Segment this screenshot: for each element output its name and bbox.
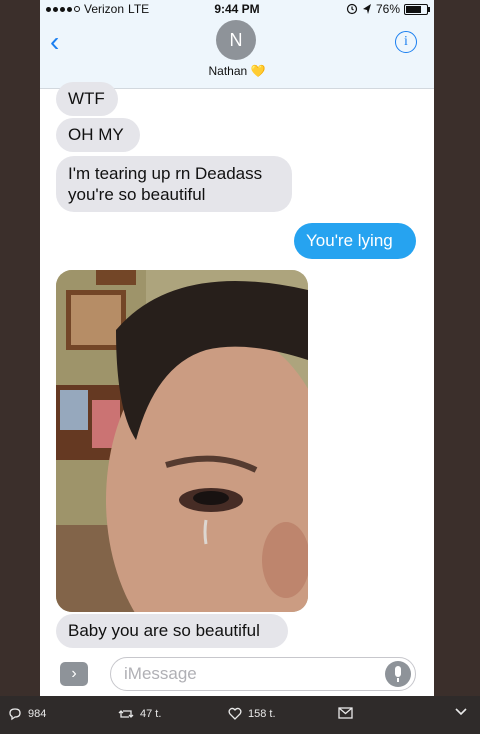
battery-percent: 76% <box>375 2 400 16</box>
microphone-icon[interactable] <box>385 661 411 687</box>
like-button[interactable]: 158 t. <box>228 707 276 720</box>
tweet-action-bar: 984 47 t. 158 t. <box>0 696 480 734</box>
reply-icon <box>9 708 21 721</box>
message-bubble-received: OH MY <box>56 118 140 152</box>
message-text: WTF <box>68 89 105 108</box>
reply-button[interactable]: 984 <box>8 707 46 721</box>
compose-bar: › iMessage <box>40 652 434 696</box>
conversation-header: ‹ N Nathan 💛 i <box>40 18 434 89</box>
reply-count: 984 <box>28 708 47 720</box>
message-text: Baby you are so beautiful <box>68 621 260 640</box>
imessage-placeholder: iMessage <box>124 664 197 683</box>
message-bubble-sent: You're lying <box>294 223 416 259</box>
message-button[interactable] <box>338 707 353 719</box>
alarm-icon <box>346 3 358 15</box>
contact-name: Nathan <box>208 64 248 78</box>
retweet-icon <box>118 710 134 718</box>
heart-icon <box>228 707 242 720</box>
retweet-count: 47 t. <box>140 708 162 720</box>
like-count: 158 t. <box>248 707 276 720</box>
message-text: You're lying <box>306 231 393 250</box>
retweet-button[interactable]: 47 t. <box>118 707 161 721</box>
contact-name-row[interactable]: Nathan 💛 <box>40 64 434 78</box>
message-text: OH MY <box>68 125 124 144</box>
message-bubble-received: I'm tearing up rn Deadass you're so beau… <box>56 156 292 212</box>
status-bar: Verizon LTE 9:44 PM 76% <box>40 0 434 18</box>
message-text: I'm tearing up rn Deadass you're so beau… <box>68 164 263 204</box>
status-right: 76% <box>346 2 430 16</box>
contact-avatar[interactable]: N <box>216 20 256 60</box>
selfie-image <box>56 270 308 612</box>
back-button[interactable]: ‹ <box>50 28 59 56</box>
imessage-input[interactable]: iMessage <box>110 657 416 691</box>
message-bubble-received: WTF <box>56 82 118 116</box>
message-bubble-received: Baby you are so beautiful <box>56 614 288 648</box>
envelope-icon <box>338 707 353 719</box>
more-button[interactable] <box>454 707 468 717</box>
location-icon <box>362 4 371 14</box>
apps-button[interactable]: › <box>60 662 88 686</box>
yellow-heart-icon: 💛 <box>250 64 266 78</box>
photo-attachment[interactable] <box>56 270 308 612</box>
chevron-down-icon <box>455 708 467 716</box>
info-button[interactable]: i <box>395 31 417 53</box>
battery-icon <box>404 3 430 15</box>
messages-screen: Verizon LTE 9:44 PM 76% ‹ N Nathan 💛 i W… <box>40 0 434 696</box>
